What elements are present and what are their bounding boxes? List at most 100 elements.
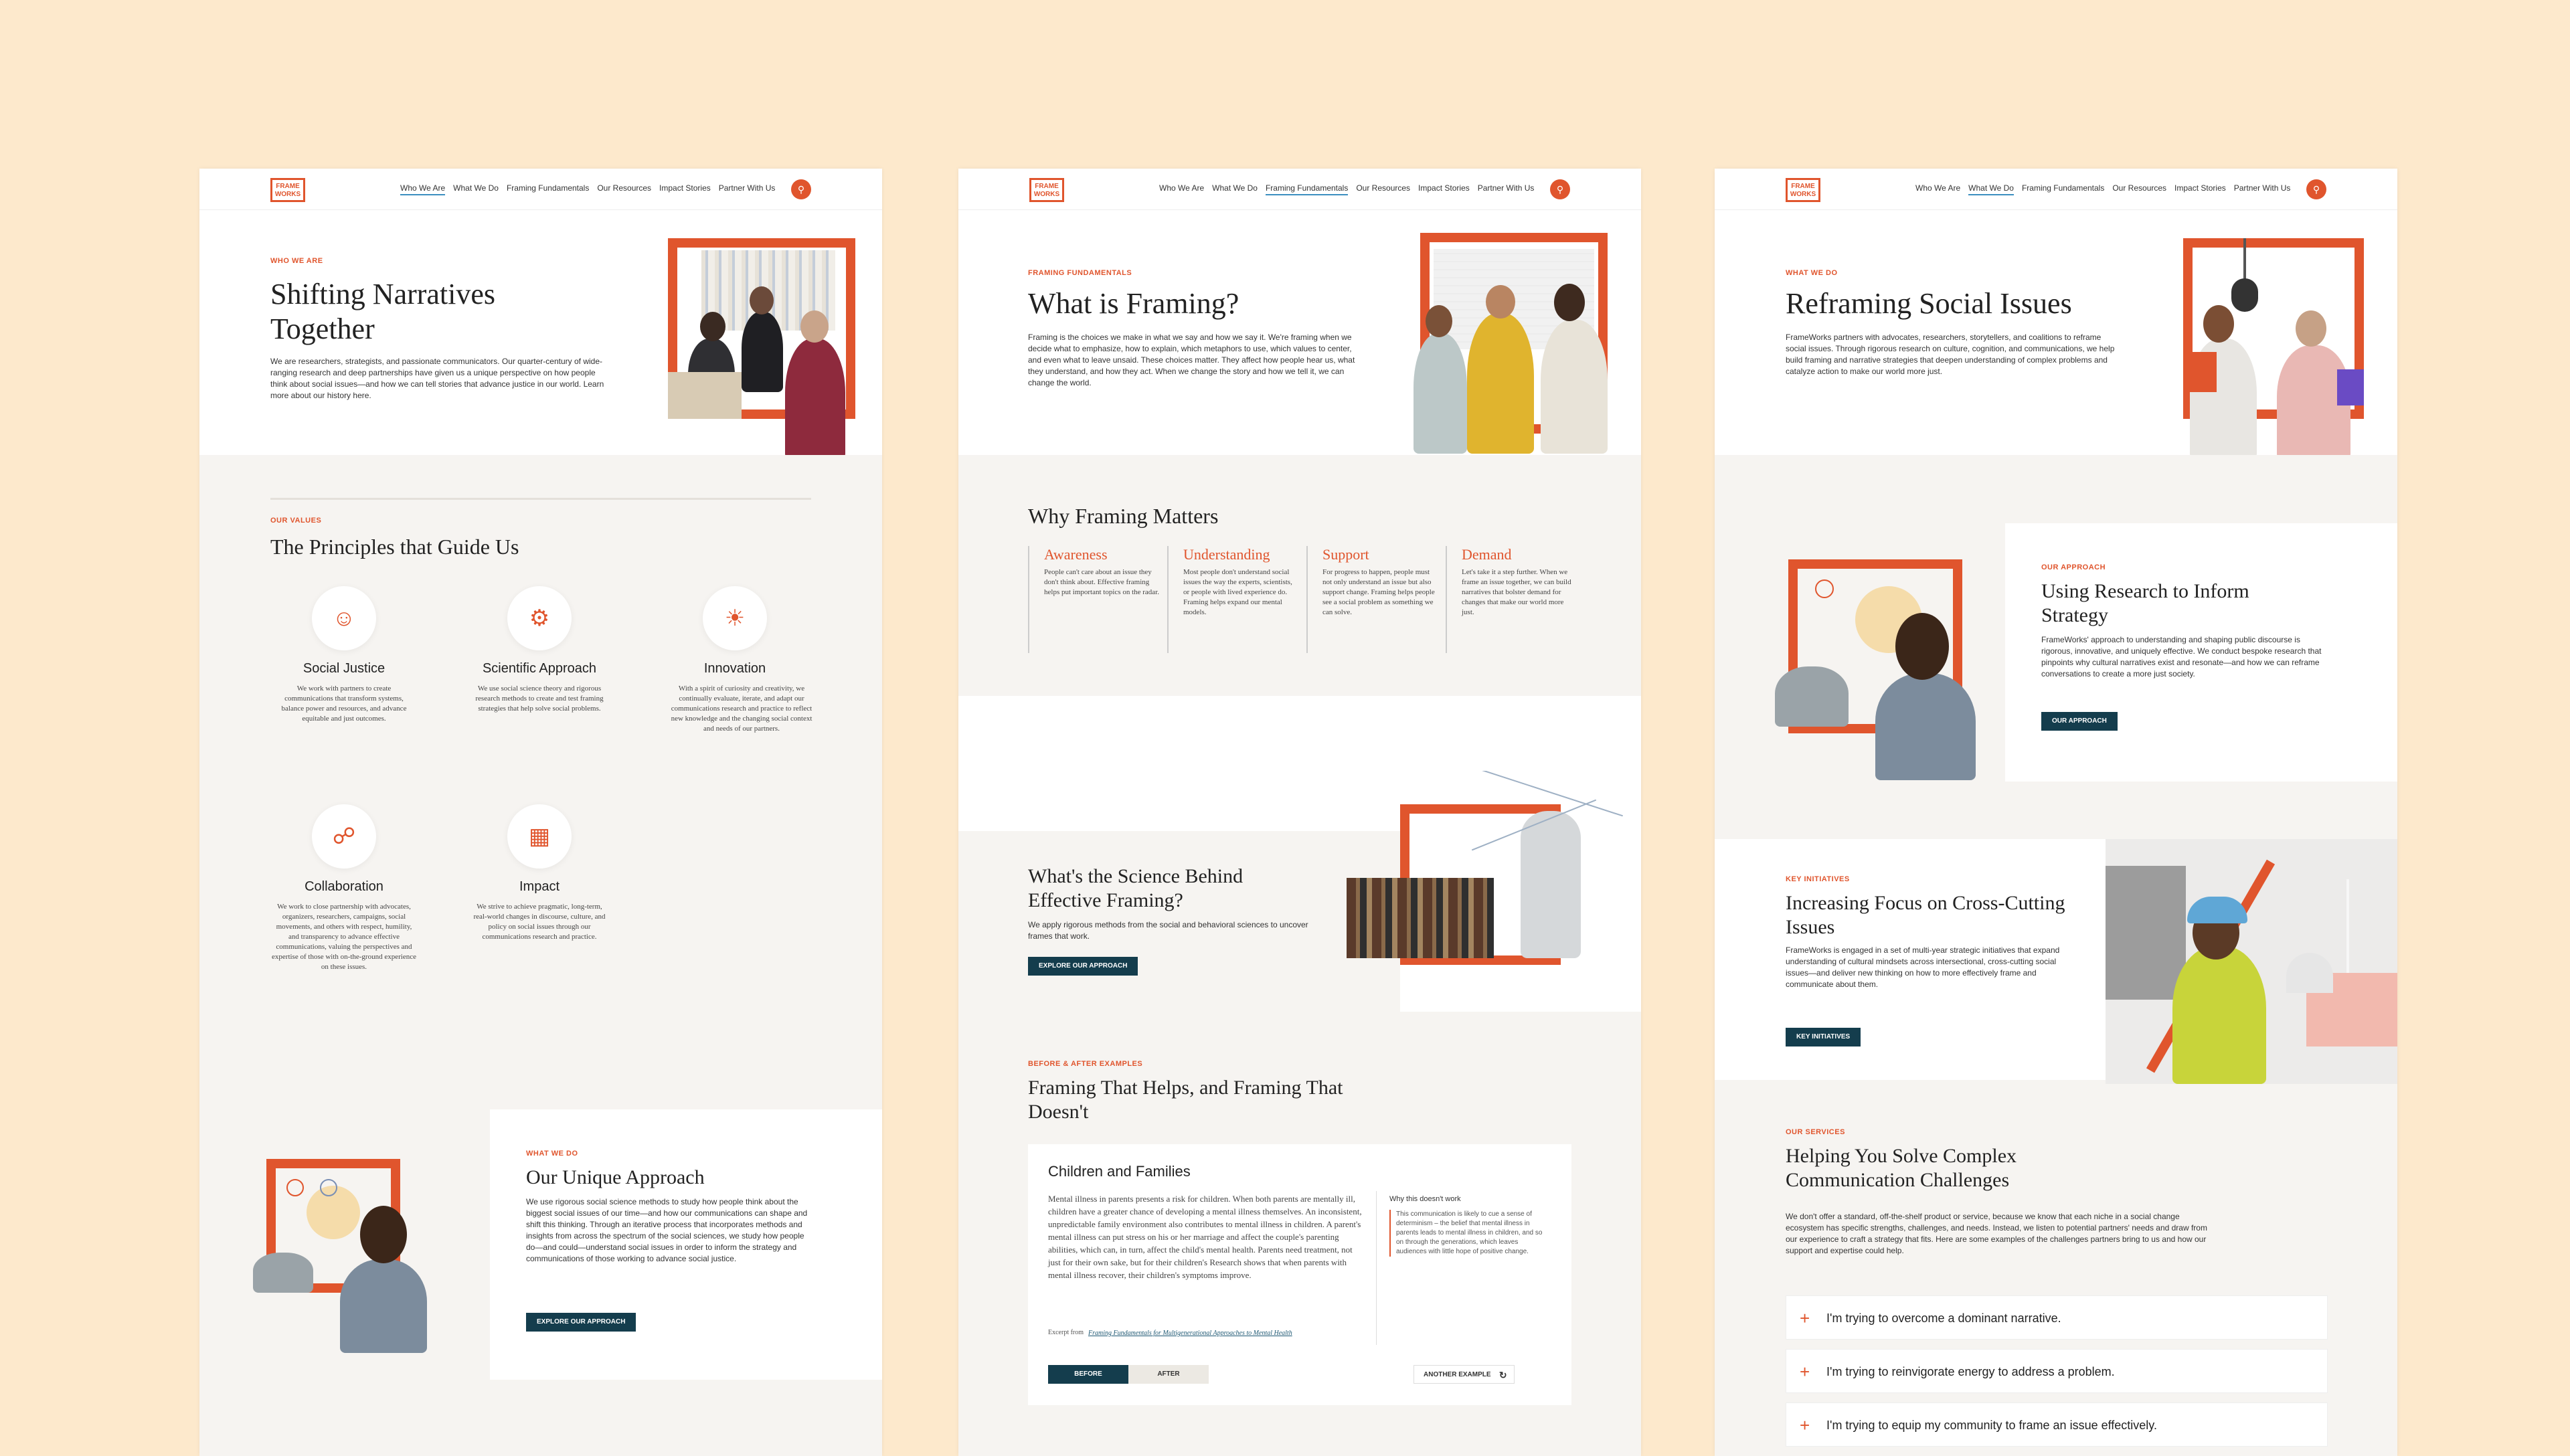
nav-links: Who We Are What We Do Framing Fundamenta… [400,183,775,195]
before-button[interactable]: BEFORE [1048,1365,1128,1384]
lightbulb-icon: ☀ [703,586,767,650]
approach-text: FrameWorks' approach to understanding an… [2041,635,2322,678]
nav-what-we-do[interactable]: What We Do [1212,183,1258,195]
frameworks-logo[interactable]: FRAME WORKS [1029,178,1064,202]
hero-intro: We are researchers, strategists, and pas… [270,357,604,400]
top-nav: FRAME WORKS Who We Are What We Do Framing… [958,169,1641,210]
accordion-label: I'm trying to equip my community to fram… [1826,1419,2157,1432]
nav-who-we-are[interactable]: Who We Are [1159,183,1204,195]
nav-what-we-do[interactable]: What We Do [1968,183,2014,195]
hero-team-photo [668,238,855,459]
ba-title: Framing That Helps, and Framing That Doe… [1028,1077,1343,1123]
search-icon[interactable]: ⚲ [2306,179,2326,199]
column-text: People can't care about an issue they do… [1044,568,1159,596]
services-title: Helping You Solve Complex Communication … [1786,1145,2017,1191]
column-title: Demand [1462,546,1512,563]
accordion-item[interactable]: + I'm trying to reinvigorate energy to a… [1786,1349,2328,1393]
services-text: We don't offer a standard, off-the-shelf… [1786,1212,2207,1255]
nav-our-resources[interactable]: Our Resources [1356,183,1410,195]
accordion-label: I'm trying to reinvigorate energy to add… [1826,1365,2115,1378]
science-collage [1347,771,1628,972]
explore-approach-button[interactable]: EXPLORE OUR APPROACH [526,1313,636,1332]
excerpt-label: Excerpt from [1048,1329,1084,1336]
nav-links: Who We Are What We Do Framing Fundamenta… [1915,183,2290,195]
nav-what-we-do[interactable]: What We Do [453,183,499,195]
nav-impact-stories[interactable]: Impact Stories [1418,183,1470,195]
key-initiatives-button[interactable]: KEY INITIATIVES [1786,1028,1861,1046]
column-text: For progress to happen, people must not … [1322,568,1435,616]
column-text: Most people don't understand social issu… [1183,568,1292,616]
nav-links: Who We Are What We Do Framing Fundamenta… [1159,183,1534,195]
refresh-icon: ↻ [1498,1370,1507,1380]
approach-photo [246,1159,440,1353]
principle-title: Impact [519,879,560,894]
hero-researchers-photo [2176,238,2371,459]
principle-title: Social Justice [303,661,386,676]
brain-icon: ☺ [312,586,376,650]
example-card: Children and Families Mental illness in … [1028,1144,1571,1405]
hero-eyebrow: WHO WE ARE [270,257,323,265]
top-nav: FRAME WORKS Who We Are What We Do Framing… [1715,169,2397,210]
frameworks-logo[interactable]: FRAME WORKS [1786,178,1820,202]
nav-partner-with-us[interactable]: Partner With Us [2234,183,2291,195]
accordion-item[interactable]: + I'm trying to equip my community to fr… [1786,1402,2328,1447]
column-title: Support [1322,546,1369,563]
nav-impact-stories[interactable]: Impact Stories [2174,183,2226,195]
services-eyebrow: OUR SERVICES [1786,1128,1845,1136]
nav-partner-with-us[interactable]: Partner With Us [719,183,776,195]
top-nav: FRAME WORKS Who We Are What We Do Framing… [199,169,882,210]
approach-title: Our Unique Approach [526,1166,705,1188]
excerpt-link[interactable]: Framing Fundamentals for Multigeneration… [1088,1329,1356,1338]
frameworks-logo[interactable]: FRAME WORKS [270,178,305,202]
ba-eyebrow: BEFORE & AFTER EXAMPLES [1028,1060,1143,1068]
approach-text: We use rigorous social science methods t… [526,1197,808,1263]
hero-eyebrow: WHAT WE DO [1786,269,1838,277]
nav-partner-with-us[interactable]: Partner With Us [1478,183,1535,195]
section-divider [270,498,811,500]
principle-text: We strive to achieve pragmatic, long-ter… [473,903,606,941]
nav-our-resources[interactable]: Our Resources [2112,183,2166,195]
nav-framing-fundamentals[interactable]: Framing Fundamentals [507,183,589,195]
why-column: Demand Let's take it a step further. Whe… [1446,546,1577,653]
approach-title: Using Research to Inform Strategy [2041,580,2249,626]
why-title: Why Framing Matters [1028,504,1219,528]
example-title: Children and Families [1048,1163,1191,1180]
why-not-title: Why this doesn't work [1389,1195,1461,1203]
nav-who-we-are[interactable]: Who We Are [1915,183,1960,195]
approach-eyebrow: OUR APPROACH [2041,563,2106,571]
accordion-item[interactable]: + I'm trying to overcome a dominant narr… [1786,1295,2328,1340]
search-icon[interactable]: ⚲ [1550,179,1570,199]
approach-photo [1775,559,2002,780]
handshake-icon: ☍ [312,804,376,869]
nav-framing-fundamentals[interactable]: Framing Fundamentals [1265,183,1349,195]
column-title: Awareness [1044,546,1108,563]
page-who-we-are: FRAME WORKS Who We Are What We Do Framing… [199,169,882,1456]
after-button[interactable]: AFTER [1128,1365,1209,1384]
plus-icon: + [1800,1362,1810,1382]
principle-text: With a spirit of curiosity and creativit… [671,685,812,733]
initiatives-collage [2106,839,2397,1084]
principle-text: We work with partners to create communic… [281,685,407,723]
impact-chart-icon: ▦ [507,804,572,869]
approach-eyebrow: WHAT WE DO [526,1150,578,1158]
science-title: What's the Science Behind Effective Fram… [1028,865,1244,911]
principle-text: We work to close partnership with advoca… [272,903,416,971]
page-title: Reframing Social Issues [1786,287,2072,320]
another-example-label: ANOTHER EXAMPLE [1424,1371,1491,1378]
our-approach-button[interactable]: OUR APPROACH [2041,712,2118,731]
accordion-label: I'm trying to overcome a dominant narrat… [1826,1311,2061,1325]
search-icon[interactable]: ⚲ [791,179,811,199]
nav-framing-fundamentals[interactable]: Framing Fundamentals [2022,183,2104,195]
nav-who-we-are[interactable]: Who We Are [400,183,446,195]
nav-impact-stories[interactable]: Impact Stories [659,183,711,195]
another-example-button[interactable]: ANOTHER EXAMPLE ↻ [1414,1365,1515,1384]
nav-our-resources[interactable]: Our Resources [597,183,651,195]
explore-approach-button[interactable]: EXPLORE OUR APPROACH [1028,957,1138,976]
principle-text: We use social science theory and rigorou… [475,685,604,713]
example-text: Mental illness in parents presents a ris… [1048,1194,1362,1280]
why-column: Support For progress to happen, people m… [1306,546,1438,653]
gears-icon: ⚙ [507,586,572,650]
column-text: Let's take it a step further. When we fr… [1462,568,1571,616]
card-divider [1376,1191,1377,1345]
hero-intro: Framing is the choices we make in what w… [1028,333,1355,387]
